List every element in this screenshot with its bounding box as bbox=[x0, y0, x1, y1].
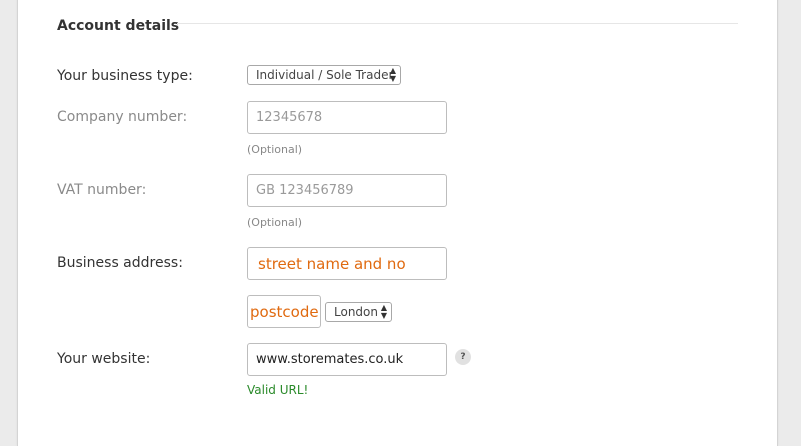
business-address-label: Business address: bbox=[57, 255, 183, 271]
vat-number-input[interactable] bbox=[247, 174, 447, 207]
section-title: Account details bbox=[57, 18, 180, 34]
street-input[interactable] bbox=[247, 247, 447, 280]
website-input[interactable] bbox=[247, 343, 447, 376]
business-type-value: Individual / Sole Trader bbox=[256, 68, 394, 82]
company-number-hint: (Optional) bbox=[247, 143, 303, 156]
website-valid-message: Valid URL! bbox=[247, 383, 309, 397]
company-number-input[interactable] bbox=[247, 101, 447, 134]
city-select[interactable]: London ▲ ▼ bbox=[325, 302, 392, 322]
company-number-label: Company number: bbox=[57, 109, 188, 125]
business-type-label: Your business type: bbox=[57, 68, 193, 84]
business-type-select[interactable]: Individual / Sole Trader ▲ ▼ bbox=[247, 65, 401, 85]
vat-number-label: VAT number: bbox=[57, 182, 147, 198]
vat-number-hint: (Optional) bbox=[247, 216, 303, 229]
section-divider bbox=[177, 23, 738, 24]
city-value: London bbox=[334, 305, 378, 319]
select-arrows-icon: ▲ ▼ bbox=[380, 303, 387, 320]
postcode-input[interactable] bbox=[247, 295, 321, 328]
select-arrows-icon: ▲ ▼ bbox=[389, 66, 396, 83]
help-icon[interactable]: ? bbox=[455, 349, 471, 365]
website-label: Your website: bbox=[57, 351, 151, 367]
